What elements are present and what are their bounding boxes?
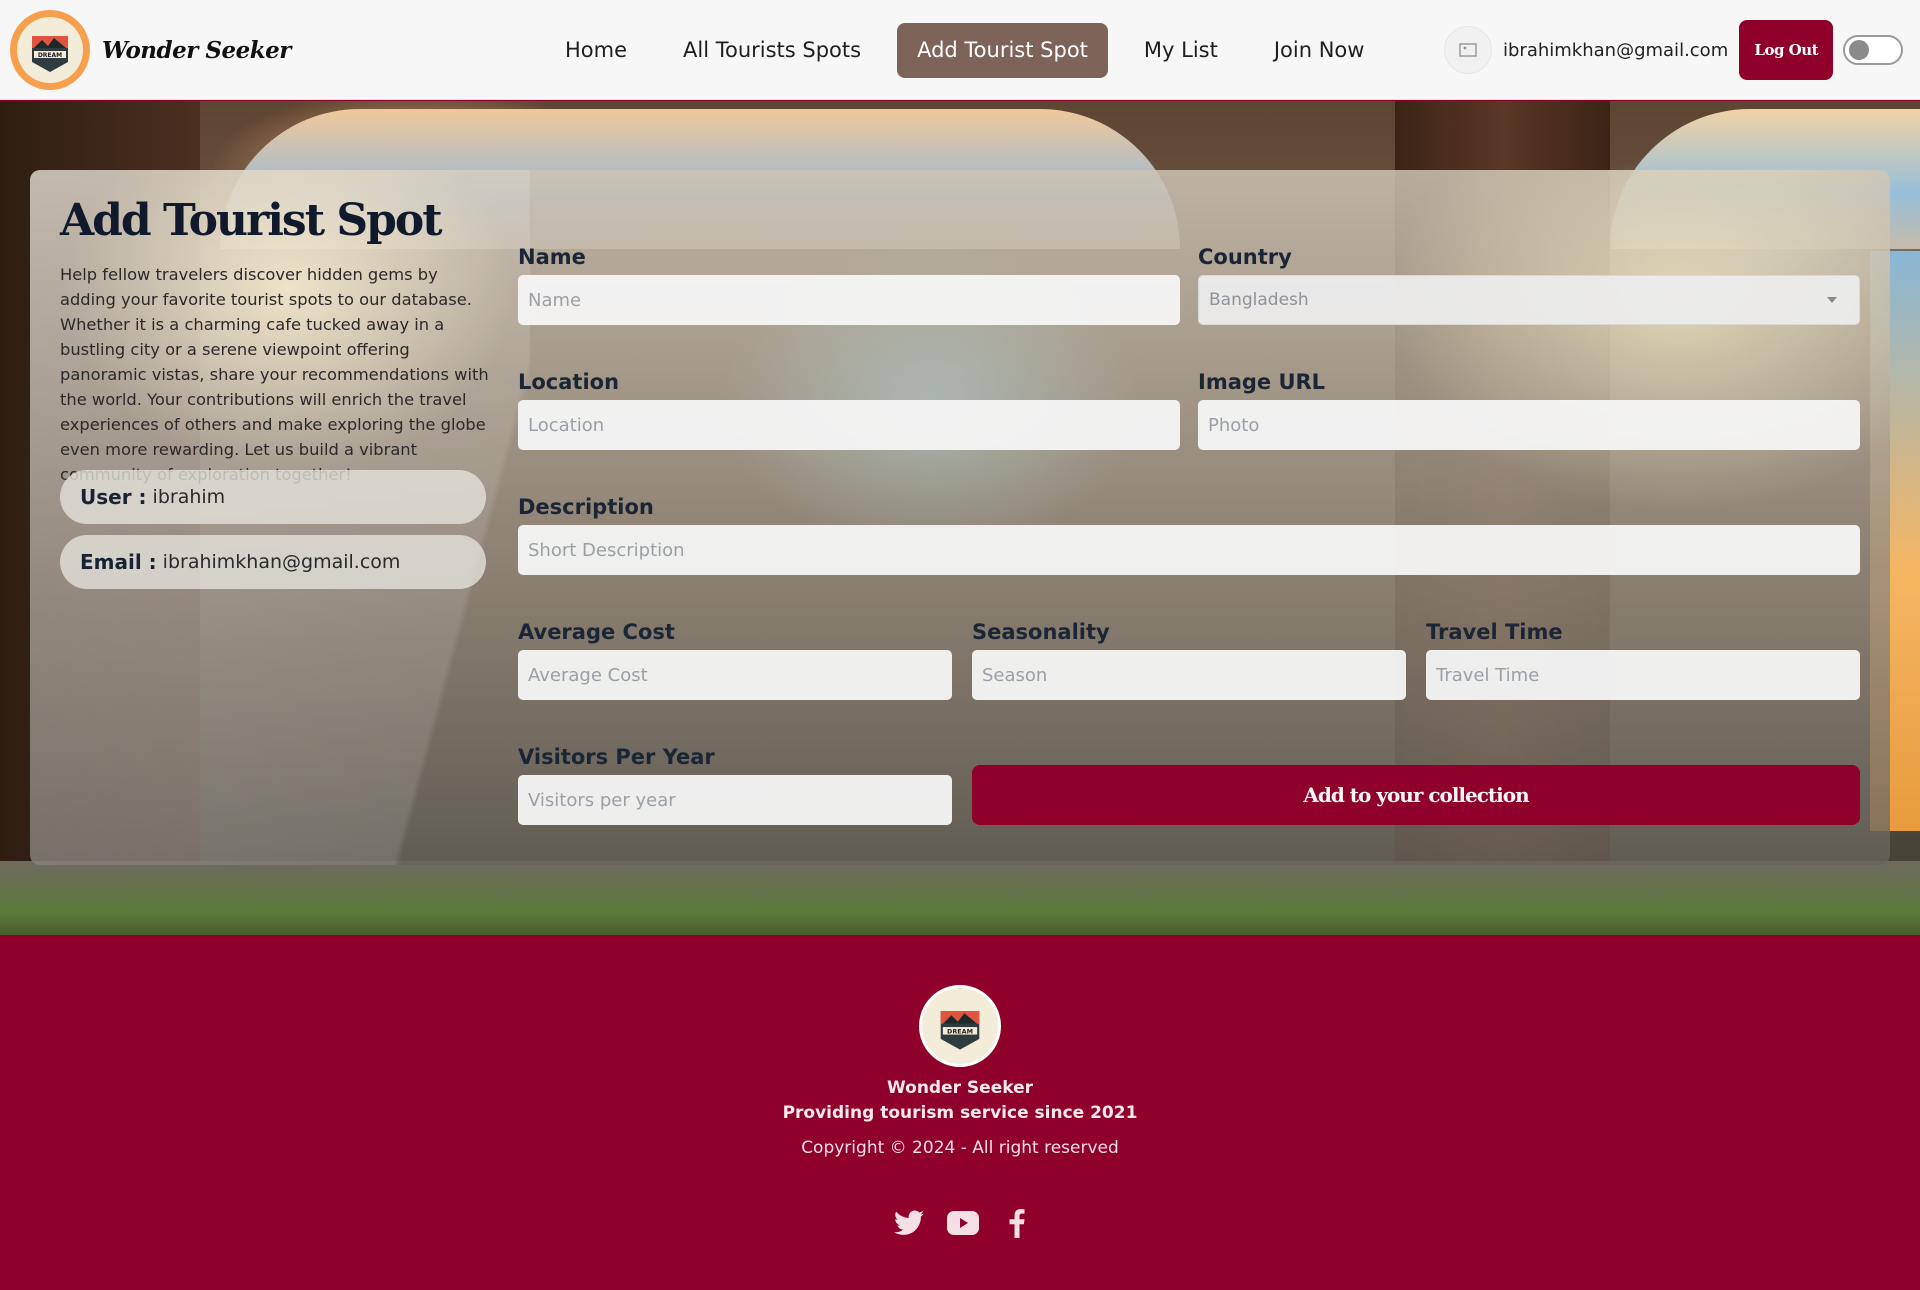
seasonality-label: Seasonality — [972, 620, 1110, 644]
email-label: Email : — [80, 550, 157, 574]
image-url-input[interactable] — [1198, 400, 1860, 450]
user-email: ibrahimkhan@gmail.com — [1503, 39, 1729, 61]
toggle-knob — [1849, 40, 1870, 60]
facebook-icon[interactable] — [1001, 1207, 1033, 1239]
avatar[interactable] — [1444, 26, 1492, 74]
nav-links: Home All Tourists Spots Add Tourist Spot… — [545, 23, 1400, 78]
country-select[interactable]: Bangladesh — [1198, 275, 1860, 325]
theme-toggle[interactable] — [1843, 35, 1904, 65]
description-field-group: Description — [518, 495, 1860, 575]
seasonality-input[interactable] — [972, 650, 1406, 700]
name-label: Name — [518, 245, 586, 269]
visitors-field-group: Visitors Per Year — [518, 745, 952, 825]
average-cost-field-group: Average Cost — [518, 620, 952, 700]
broken-image-icon — [1459, 43, 1477, 57]
country-selected-value: Bangladesh — [1209, 290, 1309, 310]
name-field-group: Name — [518, 245, 1180, 325]
footer-logo: DREAM — [919, 985, 1001, 1067]
logout-button[interactable]: Log Out — [1739, 20, 1834, 80]
image-url-field-group: Image URL — [1198, 370, 1860, 450]
image-url-label: Image URL — [1198, 370, 1326, 394]
footer: DREAM Wonder Seeker Providing tourism se… — [0, 935, 1920, 1290]
description-label: Description — [518, 495, 654, 519]
nav-home[interactable]: Home — [545, 23, 647, 78]
nav-all-tourist-spots[interactable]: All Tourists Spots — [663, 23, 881, 78]
logo-text: DREAM — [38, 52, 62, 59]
social-links — [893, 1207, 1033, 1239]
footer-brand-name: Wonder Seeker — [887, 1078, 1033, 1098]
seasonality-field-group: Seasonality — [972, 620, 1406, 700]
visitors-label: Visitors Per Year — [518, 745, 715, 769]
country-field-group: Country Bangladesh — [1198, 245, 1860, 325]
brand-logo[interactable]: DREAM — [10, 10, 90, 90]
nav-add-tourist-spot[interactable]: Add Tourist Spot — [897, 23, 1108, 78]
location-input[interactable] — [518, 400, 1180, 450]
average-cost-label: Average Cost — [518, 620, 675, 644]
add-to-collection-button[interactable]: Add to your collection — [972, 765, 1860, 825]
nav-my-list[interactable]: My List — [1124, 23, 1238, 78]
average-cost-input[interactable] — [518, 650, 952, 700]
travel-time-label: Travel Time — [1426, 620, 1563, 644]
visitors-input[interactable] — [518, 775, 952, 825]
travel-time-field-group: Travel Time — [1426, 620, 1860, 700]
footer-logo-text: DREAM — [947, 1028, 973, 1036]
mountain-badge-icon: DREAM — [940, 1011, 980, 1050]
user-info-pill: User : ibrahim — [60, 470, 486, 524]
description-input[interactable] — [518, 525, 1860, 575]
country-label: Country — [1198, 245, 1292, 269]
mountain-badge-icon: DREAM — [17, 17, 83, 83]
footer-copyright: Copyright © 2024 - All right reserved — [801, 1138, 1119, 1158]
user-value: ibrahim — [152, 486, 226, 508]
user-label: User : — [80, 485, 147, 509]
add-spot-card: Add Tourist Spot Help fellow travelers d… — [30, 170, 1890, 865]
nav-join-now[interactable]: Join Now — [1254, 23, 1385, 78]
travel-time-input[interactable] — [1426, 650, 1860, 700]
footer-tagline: Providing tourism service since 2021 — [782, 1103, 1138, 1123]
name-input[interactable] — [518, 275, 1180, 325]
brand[interactable]: DREAM Wonder Seeker — [10, 10, 291, 90]
email-info-pill: Email : ibrahimkhan@gmail.com — [60, 535, 486, 589]
user-area: ibrahimkhan@gmail.com Log Out — [1444, 20, 1904, 80]
navbar: DREAM Wonder Seeker Home All Tourists Sp… — [0, 0, 1920, 100]
twitter-icon[interactable] — [893, 1207, 925, 1239]
page-description: Help fellow travelers discover hidden ge… — [60, 265, 489, 484]
location-label: Location — [518, 370, 620, 394]
brand-name[interactable]: Wonder Seeker — [102, 37, 291, 64]
email-value: ibrahimkhan@gmail.com — [162, 551, 401, 573]
youtube-icon[interactable] — [947, 1207, 979, 1239]
background-ground — [0, 861, 1920, 935]
location-field-group: Location — [518, 370, 1180, 450]
page-title: Add Tourist Spot — [60, 195, 443, 246]
chevron-down-icon — [1827, 297, 1837, 303]
